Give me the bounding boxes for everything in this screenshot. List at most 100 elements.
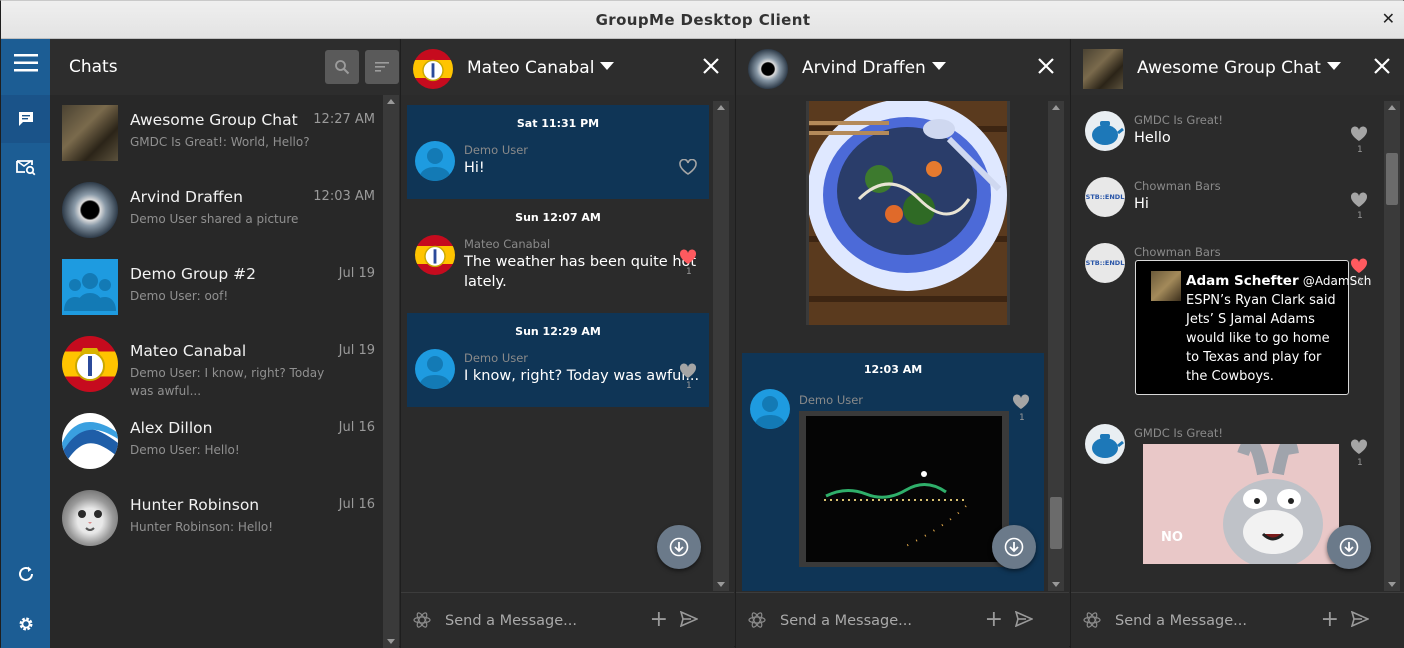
conversation-pane-mateo-canabal: Mateo Canabal Sat 11:31 PM Demo User Hi!… — [400, 39, 734, 648]
chat-list-scrollbar[interactable] — [383, 95, 399, 648]
scroll-up-arrow[interactable] — [1052, 105, 1060, 110]
heart-grey-icon[interactable] — [1350, 439, 1368, 455]
settings-button[interactable] — [1, 600, 50, 648]
person-icon — [754, 396, 786, 429]
menu-icon — [13, 54, 38, 72]
message-input[interactable]: Send a Message... — [1115, 613, 1247, 629]
conversation-header: Arvind Draffen — [736, 39, 1069, 95]
heart-grey-icon[interactable] — [1350, 126, 1368, 142]
heart-grey-icon[interactable] — [679, 363, 697, 379]
attach-plus-icon[interactable]: + — [650, 609, 668, 631]
soup-photo[interactable] — [809, 101, 1007, 325]
send-icon[interactable] — [1015, 611, 1033, 627]
app-window: GroupMe Desktop Client ✕ Chats Awesome G… — [0, 0, 1404, 648]
message-text: Hello — [1134, 130, 1171, 146]
pane-scrollbar[interactable] — [1048, 101, 1064, 591]
chats-nav-button[interactable] — [1, 95, 50, 143]
message-group: Sun 12:29 AM Demo User I know, right? To… — [407, 313, 709, 407]
scrollbar-thumb[interactable] — [1050, 497, 1062, 549]
scroll-down-arrow[interactable] — [1388, 582, 1396, 587]
scrollbar-thumb[interactable] — [1386, 153, 1398, 205]
chat-item-awesome-group-chat[interactable]: Awesome Group Chat 12:27 AM GMDC Is Grea… — [50, 95, 383, 172]
avatar — [62, 336, 118, 392]
close-pane-icon[interactable] — [1371, 55, 1393, 77]
sender-name: Demo User — [464, 351, 529, 365]
chat-item-arvind-draffen[interactable]: Arvind Draffen 12:03 AM Demo User shared… — [50, 172, 383, 249]
send-icon[interactable] — [680, 611, 698, 627]
night-lights-photo[interactable] — [806, 416, 1002, 562]
meme-image[interactable]: NO — [1143, 444, 1339, 564]
heart-filled-icon[interactable] — [1350, 258, 1368, 274]
pane-scrollbar[interactable] — [1384, 101, 1400, 591]
scroll-up-arrow[interactable] — [1388, 105, 1396, 110]
chat-item-demo-group-2[interactable]: Demo Group #2 Jul 19 Demo User: oof! — [50, 249, 383, 326]
refresh-button[interactable] — [1, 550, 50, 598]
user-avatar — [1085, 424, 1125, 464]
attach-plus-icon[interactable]: + — [985, 609, 1003, 631]
message-text-line: The weather has been quite hot — [464, 254, 697, 270]
caret-down-icon — [1326, 62, 1341, 70]
like-count: 1 — [1357, 458, 1363, 468]
scroll-down-arrow[interactable] — [717, 582, 725, 587]
chat-preview: Demo User: I know, right? Today was awfu… — [130, 366, 325, 398]
conversation-title-dropdown[interactable]: Arvind Draffen — [802, 58, 946, 78]
message-text-line: lately. — [464, 274, 507, 290]
message-input[interactable]: Send a Message... — [780, 613, 912, 629]
scroll-down-arrow[interactable] — [1052, 582, 1060, 587]
conversation-header: Mateo Canabal — [401, 39, 734, 95]
image-frame — [806, 101, 1010, 325]
search-icon — [335, 60, 350, 75]
scroll-to-bottom-button[interactable] — [992, 525, 1036, 569]
chat-preview: Demo User shared a picture — [130, 212, 299, 226]
person-icon — [419, 356, 451, 389]
scroll-down-arrow[interactable] — [387, 639, 395, 644]
conversation-title-dropdown[interactable]: Awesome Group Chat — [1137, 58, 1341, 78]
window-close-button[interactable]: ✕ — [1382, 9, 1395, 28]
heart-outline-icon[interactable] — [679, 159, 697, 175]
conversation-title-dropdown[interactable]: Mateo Canabal — [467, 58, 615, 78]
send-icon[interactable] — [1351, 611, 1369, 627]
avatar-text: STB::ENDL — [1085, 193, 1125, 201]
user-avatar — [750, 389, 790, 429]
scroll-up-arrow[interactable] — [717, 105, 725, 110]
menu-button[interactable] — [1, 39, 50, 87]
chat-item-mateo-canabal[interactable]: Mateo Canabal Jul 19 Demo User: I know, … — [50, 326, 383, 403]
scroll-to-bottom-button[interactable] — [1327, 525, 1371, 569]
emoji-atom-icon[interactable] — [748, 611, 766, 629]
wave-logo-icon — [62, 422, 118, 469]
search-button[interactable] — [325, 50, 359, 84]
sender-name: Mateo Canabal — [464, 237, 551, 251]
meme-caption: NO — [1161, 530, 1183, 545]
search-messages-nav-button[interactable] — [1, 143, 50, 191]
cat-face-icon — [78, 510, 102, 531]
chat-item-alex-dillon[interactable]: Alex Dillon Jul 16 Demo User: Hello! — [50, 403, 383, 480]
timestamp: Sat 11:31 PM — [516, 117, 600, 130]
scroll-up-arrow[interactable] — [387, 99, 395, 104]
scroll-to-bottom-button[interactable] — [657, 525, 701, 569]
emoji-atom-icon[interactable] — [413, 611, 431, 629]
attach-plus-icon[interactable]: + — [1321, 609, 1339, 631]
tweet-author-avatar — [1151, 271, 1181, 301]
message-composer: Send a Message... + — [736, 592, 1069, 648]
tweet-embed[interactable]: Adam Schefter @AdamSch ESPN’s Ryan Clark… — [1135, 260, 1371, 395]
heart-grey-icon[interactable] — [1012, 394, 1030, 410]
message-list: GMDC Is Great! Hello 1 STB::ENDL Chowman… — [1077, 101, 1379, 591]
chat-name: Arvind Draffen — [130, 188, 243, 206]
emoji-atom-icon[interactable] — [1083, 611, 1101, 629]
window-title: GroupMe Desktop Client — [595, 11, 811, 29]
close-pane-icon[interactable] — [1035, 55, 1057, 77]
chat-item-hunter-robinson[interactable]: Hunter Robinson Jul 16 Hunter Robinson: … — [50, 480, 383, 557]
sender-name: GMDC Is Great! — [1134, 426, 1224, 440]
heart-grey-icon[interactable] — [1350, 192, 1368, 208]
filter-button[interactable] — [365, 50, 399, 84]
close-pane-icon[interactable] — [700, 55, 722, 77]
like-count: 1 — [1357, 145, 1363, 155]
chat-time: Jul 16 — [338, 420, 375, 435]
pane-scrollbar[interactable] — [713, 101, 729, 591]
message-input[interactable]: Send a Message... — [445, 613, 577, 629]
timestamp: 12:03 AM — [863, 363, 923, 376]
message-text: Hi! — [464, 160, 485, 176]
heart-filled-icon[interactable] — [679, 249, 697, 265]
chat-list-panel: Chats Awesome Group Chat 12:27 AM GMDC I… — [50, 39, 399, 648]
tweet-body: ESPN’s Ryan Clark said Jets’ S Jamal Ada… — [1186, 293, 1336, 384]
